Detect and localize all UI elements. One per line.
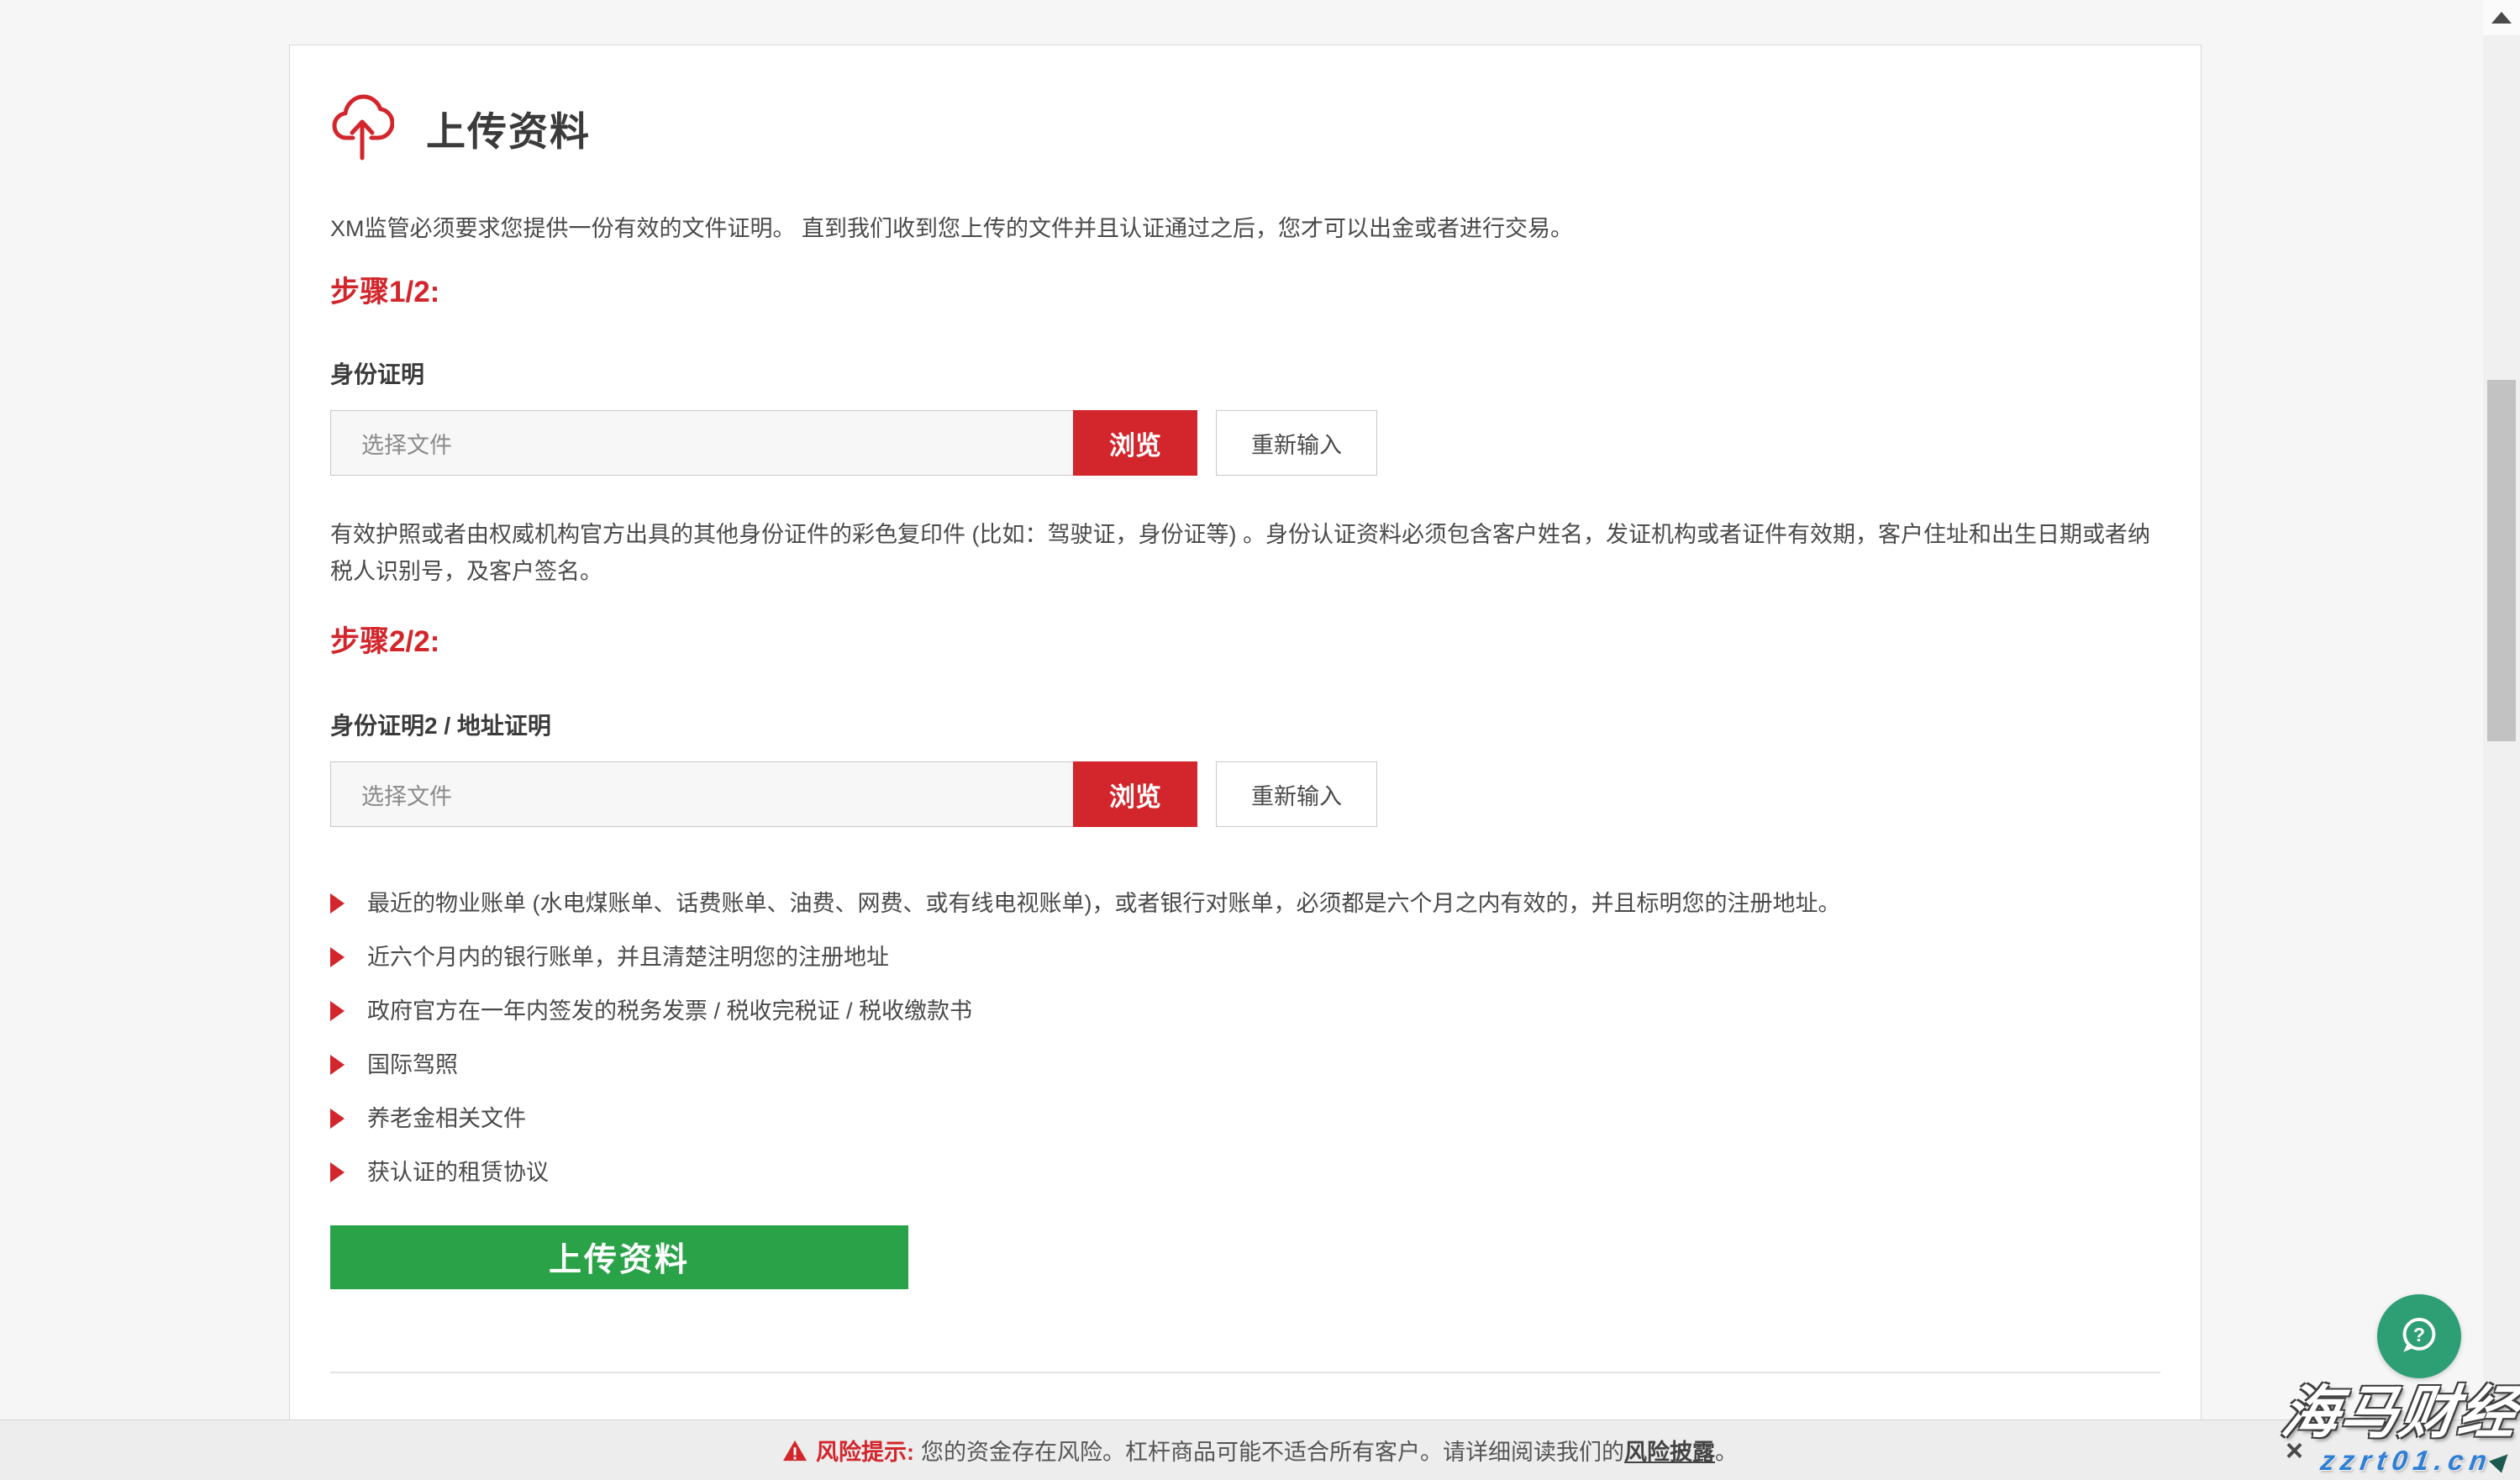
page: 上传资料 XM监管必须要求您提供一份有效的文件证明。 直到我们收到您上传的文件并… — [0, 0, 2520, 1480]
list-item-text: 国际驾照 — [367, 1052, 458, 1077]
file-input[interactable]: 选择文件 — [330, 761, 1074, 827]
bullet-triangle-icon — [330, 947, 345, 967]
step-1-heading: 步骤1/2: — [330, 276, 2160, 309]
list-item-text: 近六个月内的银行账单，并且清楚注明您的注册地址 — [367, 945, 889, 970]
scrollbar-thumb[interactable] — [2487, 380, 2516, 741]
reset-button[interactable]: 重新输入 — [1216, 410, 1377, 476]
bullet-triangle-icon — [330, 1162, 345, 1182]
risk-disclosure-link[interactable]: 风险披露 — [1624, 1434, 1715, 1467]
upload-documents-panel: 上传资料 XM监管必须要求您提供一份有效的文件证明。 直到我们收到您上传的文件并… — [289, 45, 2202, 1480]
list-item: 获认证的租赁协议 — [330, 1160, 2160, 1185]
intro-text: XM监管必须要求您提供一份有效的文件证明。 直到我们收到您上传的文件并且认证通过… — [330, 212, 2160, 245]
svg-text:?: ? — [2413, 1324, 2425, 1346]
list-item: 最近的物业账单 (水电煤账单、话费账单、油费、网费、或有线电视账单)，或者银行对… — [330, 891, 2160, 916]
risk-warning-bar: 风险提示: 您的资金存在风险。杠杆商品可能不适合所有客户。请详细阅读我们的 风险… — [0, 1419, 2520, 1480]
list-item-text: 最近的物业账单 (水电煤账单、话费账单、油费、网费、或有线电视账单)，或者银行对… — [367, 891, 1840, 916]
list-item: 政府官方在一年内签发的税务发票 / 税收完税证 / 税收缴款书 — [330, 998, 2160, 1024]
help-chat-button[interactable]: ? — [2377, 1294, 2461, 1378]
identity-proof-label: 身份证明 — [330, 361, 2160, 388]
list-item: 国际驾照 — [330, 1052, 2160, 1077]
divider — [330, 1372, 2160, 1373]
page-title: 上传资料 — [426, 99, 591, 157]
browse-button[interactable]: 浏览 — [1073, 761, 1197, 827]
bullet-triangle-icon — [330, 893, 345, 914]
scroll-up-button[interactable] — [2483, 0, 2520, 35]
risk-warning-label: 风险提示: — [816, 1434, 914, 1467]
close-icon[interactable]: × — [2286, 1435, 2303, 1466]
bullet-triangle-icon — [330, 1055, 345, 1075]
chevron-up-icon — [2491, 12, 2512, 24]
address-proof-file-row: 选择文件 浏览 重新输入 — [330, 761, 2160, 827]
step-2-heading: 步骤2/2: — [330, 625, 2160, 659]
question-bubble-icon: ? — [2393, 1310, 2445, 1362]
identity-proof-description: 有效护照或者由权威机构官方出具的其他身份证件的彩色复印件 (比如：驾驶证，身份证… — [330, 516, 2160, 590]
list-item: 养老金相关文件 — [330, 1106, 2160, 1131]
spacer — [1197, 410, 1216, 476]
cloud-upload-icon — [330, 90, 394, 166]
reset-button[interactable]: 重新输入 — [1216, 761, 1377, 827]
vertical-scrollbar — [2483, 0, 2520, 1480]
upload-documents-button[interactable]: 上传资料 — [330, 1225, 908, 1289]
accepted-documents-list: 最近的物业账单 (水电煤账单、话费账单、油费、网费、或有线电视账单)，或者银行对… — [330, 891, 2160, 1185]
list-item-text: 获认证的租赁协议 — [367, 1160, 549, 1185]
risk-warning-suffix: 。 — [1715, 1434, 1738, 1467]
spacer — [1197, 761, 1216, 827]
list-item-text: 政府官方在一年内签发的税务发票 / 税收完税证 / 税收缴款书 — [367, 998, 972, 1024]
browse-button[interactable]: 浏览 — [1073, 410, 1197, 476]
risk-warning-text: 您的资金存在风险。杠杆商品可能不适合所有客户。请详细阅读我们的 — [921, 1434, 1624, 1467]
address-proof-label: 身份证明2 / 地址证明 — [330, 713, 2160, 740]
page-header: 上传资料 — [330, 94, 2160, 161]
list-item: 近六个月内的银行账单，并且清楚注明您的注册地址 — [330, 945, 2160, 970]
identity-proof-file-row: 选择文件 浏览 重新输入 — [330, 410, 2160, 476]
bullet-triangle-icon — [330, 1001, 345, 1021]
list-item-text: 养老金相关文件 — [367, 1106, 526, 1131]
warning-triangle-icon — [782, 1439, 808, 1462]
bullet-triangle-icon — [330, 1109, 345, 1129]
file-input[interactable]: 选择文件 — [330, 410, 1074, 476]
